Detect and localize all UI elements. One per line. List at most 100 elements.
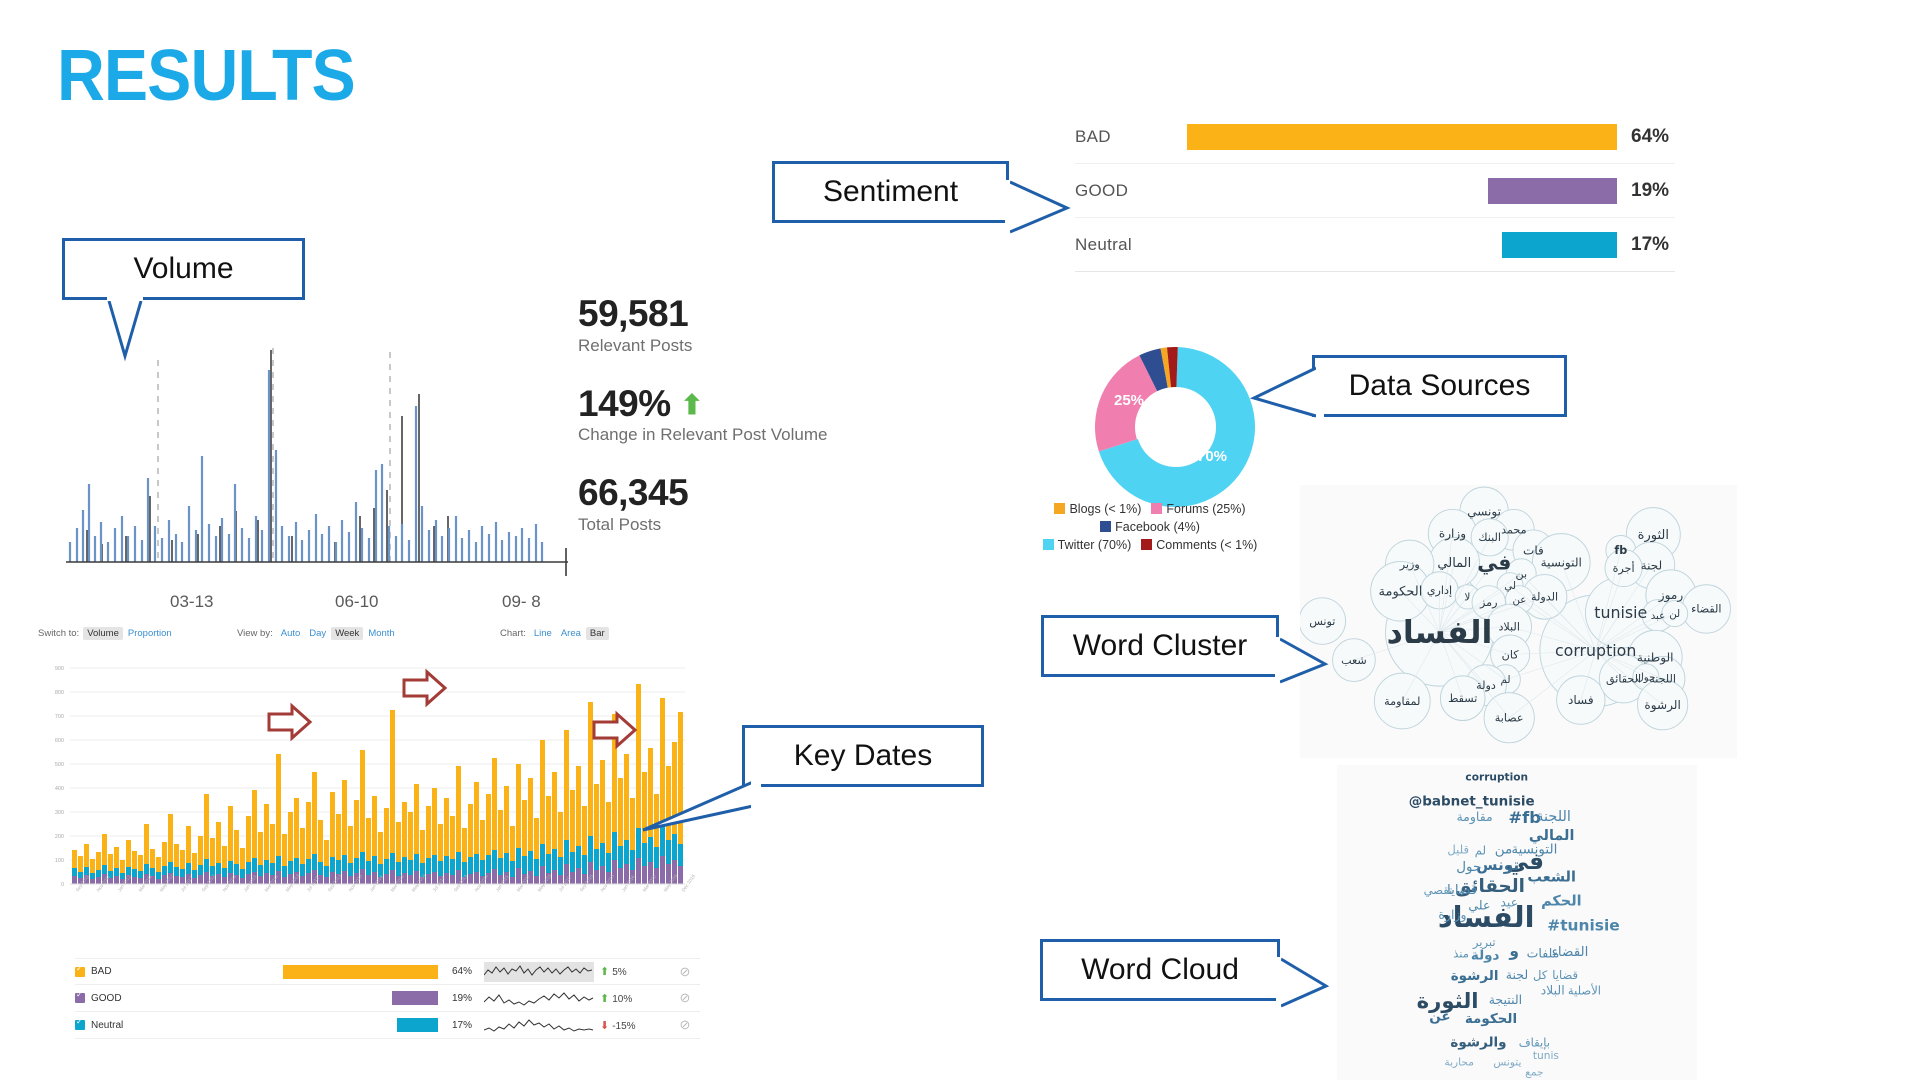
word-cloud-word[interactable]: تونس xyxy=(1476,856,1519,874)
word-cloud-word[interactable]: دولة xyxy=(1471,948,1500,964)
word-cloud-word[interactable]: الحكومة xyxy=(1465,1011,1517,1027)
word-cloud-word[interactable]: مقاومة xyxy=(1456,809,1492,825)
mute-icon-bad[interactable]: ⊘ xyxy=(670,964,700,980)
word-cluster-word[interactable]: الفساد xyxy=(1387,615,1493,651)
word-cloud-word[interactable]: البلاد xyxy=(1541,982,1565,997)
toolbar-chart-line[interactable]: Line xyxy=(530,627,556,640)
word-cloud-word[interactable]: جمع xyxy=(1525,1066,1543,1078)
word-cloud-word[interactable]: كل xyxy=(1533,968,1548,982)
word-cloud-word[interactable]: و xyxy=(1508,942,1519,960)
word-cluster-word[interactable]: الدولة xyxy=(1531,591,1558,604)
word-cluster-word[interactable]: البنك xyxy=(1478,531,1501,544)
word-cluster-word[interactable]: corruption xyxy=(1555,641,1636,660)
word-cloud-word[interactable]: وزارة xyxy=(1438,907,1466,923)
word-cloud-word[interactable]: بإيقاف xyxy=(1519,1035,1550,1049)
word-cloud-word[interactable]: عيد xyxy=(1500,895,1518,910)
word-cluster-word[interactable]: الحكومة xyxy=(1379,585,1423,600)
word-cloud-word[interactable]: الأصلية xyxy=(1568,983,1601,997)
toolbar-switch-proportion[interactable]: Proportion xyxy=(124,627,176,640)
toolbar-viewby-auto[interactable]: Auto xyxy=(277,627,305,640)
legend-item-comments[interactable]: Comments (< 1%) xyxy=(1141,536,1257,554)
word-cloud-word[interactable]: حول xyxy=(1456,859,1481,875)
word-cluster-word[interactable]: الثورة xyxy=(1638,528,1669,543)
word-cloud-word[interactable]: محاربة xyxy=(1444,1057,1474,1069)
word-cluster-word[interactable]: الرشوة xyxy=(1644,698,1680,713)
word-cluster-word[interactable]: tunisie xyxy=(1594,603,1647,622)
sentiment-row-bad[interactable]: BAD 64% xyxy=(1075,110,1675,164)
word-cluster-word[interactable]: شعب xyxy=(1341,654,1367,667)
word-cloud-word[interactable]: يتونس xyxy=(1493,1057,1521,1069)
word-cluster-word[interactable]: الوطنية xyxy=(1637,650,1674,665)
word-cluster-word[interactable]: فساد xyxy=(1568,693,1594,707)
word-cloud-word[interactable]: اللجنة xyxy=(1536,809,1571,825)
word-cluster-word[interactable]: عصابة xyxy=(1495,712,1524,725)
word-cloud-word[interactable]: لجنة xyxy=(1506,967,1528,982)
word-cloud-word[interactable]: من xyxy=(1495,842,1513,858)
word-cluster-word[interactable]: دولة xyxy=(1476,679,1496,692)
word-cluster-word[interactable]: لي xyxy=(1504,581,1516,592)
legend-item-blogs[interactable]: Blogs (< 1%) xyxy=(1054,500,1141,518)
word-cluster-word[interactable]: حول xyxy=(1636,672,1655,683)
legend-item-twitter[interactable]: Twitter (70%) xyxy=(1042,536,1131,554)
word-cloud-word[interactable]: قضايا xyxy=(1552,968,1578,982)
word-cluster-word[interactable]: أجرة xyxy=(1613,561,1635,575)
word-cloud-word[interactable]: قليل xyxy=(1447,843,1469,857)
word-cluster-word[interactable]: إداري xyxy=(1427,584,1452,597)
word-cluster-word[interactable]: لن xyxy=(1669,609,1680,620)
legend-item-forums[interactable]: Forums (25%) xyxy=(1151,500,1246,518)
sentiment-row-good[interactable]: GOOD 19% xyxy=(1075,164,1675,218)
word-cluster-word[interactable]: لم xyxy=(1501,675,1511,686)
word-cloud-word[interactable]: عن xyxy=(1429,1008,1450,1024)
word-cloud-word[interactable]: النتيجة xyxy=(1489,992,1522,1007)
word-cloud-word[interactable]: #tunisie xyxy=(1547,917,1619,935)
word-cluster-word[interactable]: عبد xyxy=(1651,611,1666,622)
word-cluster-word[interactable]: كان xyxy=(1502,648,1520,661)
word-cloud-word[interactable]: الحكم xyxy=(1541,894,1582,910)
stack-legend-checkbox-bad[interactable] xyxy=(75,964,85,977)
word-cluster-word[interactable]: وزارة xyxy=(1439,527,1466,542)
toolbar-viewby-day[interactable]: Day xyxy=(305,627,330,640)
word-cluster-word[interactable]: رمز xyxy=(1479,596,1498,609)
word-cluster-word[interactable]: رموز xyxy=(1658,588,1684,603)
word-cluster-word[interactable]: لمقاومة xyxy=(1384,695,1420,708)
word-cloud-word[interactable]: القضاء xyxy=(1552,944,1589,960)
word-cloud-word[interactable]: منذ xyxy=(1453,947,1469,961)
word-cloud-word[interactable]: التونسية xyxy=(1511,842,1557,858)
toolbar-switch-volume[interactable]: Volume xyxy=(83,627,123,640)
word-cluster-word[interactable]: تونسي xyxy=(1467,504,1501,519)
mute-icon-good[interactable]: ⊘ xyxy=(670,990,700,1006)
sentiment-row-neutral[interactable]: Neutral 17% xyxy=(1075,218,1675,272)
callout-data-sources[interactable]: Data Sources xyxy=(1249,355,1567,418)
word-cluster-word[interactable]: بن xyxy=(1515,567,1527,581)
word-cluster-word[interactable]: التونسية xyxy=(1541,556,1582,571)
callout-volume[interactable]: Volume xyxy=(62,238,305,362)
word-cluster-word[interactable]: عن xyxy=(1512,595,1526,606)
word-cluster-word[interactable]: القضاء xyxy=(1691,603,1721,616)
word-cloud-word[interactable]: الرشوة xyxy=(1451,968,1499,984)
word-cluster-word[interactable]: fb xyxy=(1614,544,1627,557)
word-cloud-word[interactable]: والرشوة xyxy=(1450,1034,1506,1050)
toolbar-chart-bar[interactable]: Bar xyxy=(585,627,609,640)
toolbar-viewby-week[interactable]: Week xyxy=(331,627,364,640)
callout-key-dates[interactable]: Key Dates xyxy=(642,725,984,832)
stack-legend-checkbox-neutral[interactable] xyxy=(75,1017,85,1030)
word-cluster-word[interactable]: المالي xyxy=(1437,556,1471,571)
legend-item-facebook[interactable]: Facebook (4%) xyxy=(1100,518,1200,536)
word-cluster-word[interactable]: تونس xyxy=(1309,615,1335,629)
word-cluster-word[interactable]: في xyxy=(1477,550,1511,575)
stack-legend-row-neutral[interactable]: Neutral 17% ⬇-15% ⊘ xyxy=(75,1012,700,1039)
word-cloud-word[interactable]: لم xyxy=(1475,844,1486,858)
word-cloud-word[interactable]: الشعب xyxy=(1527,870,1576,886)
callout-word-cloud[interactable]: Word Cloud xyxy=(1040,939,1330,1009)
word-cluster-word[interactable]: تسقط xyxy=(1448,692,1477,705)
toolbar-viewby-month[interactable]: Month xyxy=(364,627,398,640)
word-cloud-word[interactable]: tunis xyxy=(1533,1050,1559,1062)
word-cloud-word[interactable]: corruption xyxy=(1465,771,1528,783)
word-cluster-word[interactable]: لا xyxy=(1464,592,1470,603)
word-cloud-word[interactable]: تقصي xyxy=(1424,883,1453,897)
word-cluster-word[interactable]: لجنة xyxy=(1641,558,1663,572)
word-cloud-word[interactable]: علي xyxy=(1468,898,1490,913)
stack-legend-row-bad[interactable]: BAD 64% ⬆5% ⊘ xyxy=(75,958,700,985)
callout-word-cluster[interactable]: Word Cluster xyxy=(1041,615,1329,685)
word-cluster-word[interactable]: البلاد xyxy=(1498,620,1519,633)
